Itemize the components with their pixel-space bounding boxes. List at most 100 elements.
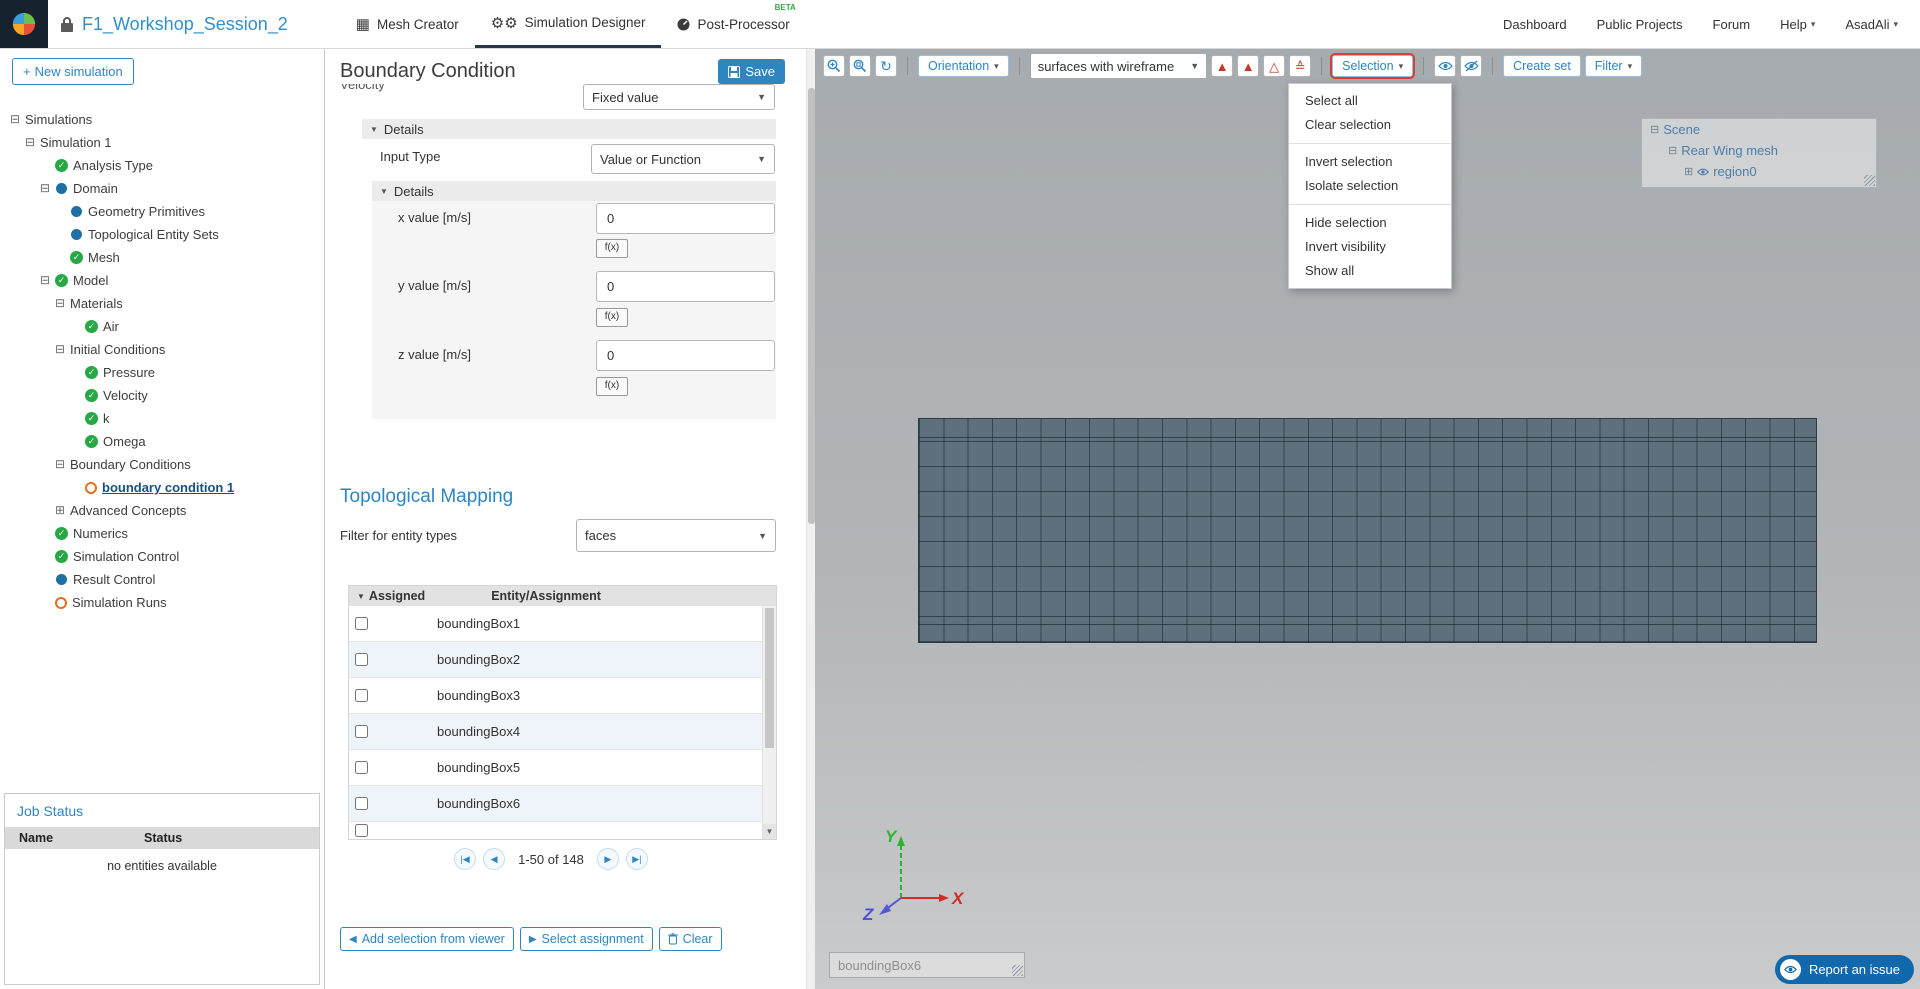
expand-icon[interactable]: ⊞ — [55, 499, 70, 522]
collapse-icon[interactable]: ⊟ — [10, 108, 25, 131]
entity-type-filter-select[interactable]: faces ▼ — [576, 519, 776, 552]
collapse-icon[interactable]: ⊟ — [55, 338, 70, 361]
first-page-button[interactable]: |◀ — [454, 848, 477, 870]
tab-post-processor[interactable]: Post-Processor BETA — [661, 0, 805, 48]
table-row[interactable]: boundingBox1 — [349, 606, 776, 642]
tree-item-result-control[interactable]: Result Control — [0, 568, 324, 591]
zoom-box-button[interactable] — [849, 55, 871, 77]
hide-selection-button[interactable] — [1460, 55, 1483, 77]
nav-forum[interactable]: Forum — [1713, 17, 1751, 32]
collapse-icon[interactable]: ⊟ — [1650, 123, 1659, 136]
next-page-button[interactable]: ▶ — [596, 848, 619, 870]
tab-simulation-designer[interactable]: ⚙⚙ Simulation Designer — [474, 0, 662, 48]
scene-tree-mesh[interactable]: ⊟ Rear Wing mesh — [1642, 140, 1876, 161]
x-fx-button[interactable]: f(x) — [596, 239, 628, 258]
mesh-quality-outline-button[interactable]: △ — [1263, 55, 1286, 77]
orientation-dropdown[interactable]: Orientation ▾ — [918, 55, 1009, 77]
tree-item-topological-entity-sets[interactable]: Topological Entity Sets — [0, 223, 324, 246]
select-assignment-button[interactable]: ▶ Select assignment — [519, 927, 653, 951]
tree-item-k[interactable]: ✓ k — [0, 407, 324, 430]
table-row[interactable]: boundingBox3 — [349, 678, 776, 714]
velocity-type-select[interactable]: Fixed value ▼ — [583, 84, 775, 110]
sort-desc-icon[interactable]: ▼ — [357, 592, 365, 601]
row-checkbox[interactable] — [355, 725, 368, 738]
z-fx-button[interactable]: f(x) — [596, 377, 628, 396]
table-row[interactable]: boundingBox2 — [349, 642, 776, 678]
y-value-input[interactable] — [596, 271, 775, 302]
nav-dashboard[interactable]: Dashboard — [1503, 17, 1567, 32]
tree-item-analysis-type[interactable]: ✓ Analysis Type — [0, 154, 324, 177]
render-mode-select[interactable]: surfaces with wireframe ▼ — [1029, 53, 1208, 79]
new-simulation-button[interactable]: + New simulation — [12, 58, 134, 85]
inner-details-section-header[interactable]: ▼ Details — [372, 181, 776, 201]
clear-button[interactable]: Clear — [658, 927, 722, 951]
tree-item-simulation-runs[interactable]: Simulation Runs — [0, 591, 324, 614]
tree-item-numerics[interactable]: ✓ Numerics — [0, 522, 324, 545]
y-fx-button[interactable]: f(x) — [596, 308, 628, 327]
collapse-icon[interactable]: ⊟ — [40, 177, 55, 200]
resize-grip[interactable] — [1012, 965, 1023, 976]
table-row[interactable]: boundingBox5 — [349, 750, 776, 786]
tree-item-mesh[interactable]: ✓ Mesh — [0, 246, 324, 269]
menu-item-show-all[interactable]: Show all — [1289, 259, 1451, 283]
tree-item-initial-conditions[interactable]: ⊟ Initial Conditions — [0, 338, 324, 361]
tree-item-geometry-primitives[interactable]: Geometry Primitives — [0, 200, 324, 223]
save-button[interactable]: Save — [718, 59, 785, 84]
mesh-quality-histogram-button[interactable]: ≙ — [1289, 55, 1312, 77]
table-row[interactable]: boundingBox6 — [349, 786, 776, 822]
row-checkbox[interactable] — [355, 761, 368, 774]
panel-scrollbar[interactable] — [806, 48, 815, 989]
x-value-input[interactable] — [596, 203, 775, 234]
tree-item-omega[interactable]: ✓ Omega — [0, 430, 324, 453]
collapse-icon[interactable]: ⊟ — [40, 269, 55, 292]
report-issue-button[interactable]: Report an issue — [1774, 955, 1914, 984]
scene-tree-region[interactable]: ⊞ region0 — [1642, 161, 1876, 182]
tree-item-simulation-1[interactable]: ⊟ Simulation 1 — [0, 131, 324, 154]
menu-item-isolate-selection[interactable]: Isolate selection — [1289, 174, 1451, 198]
row-checkbox[interactable] — [355, 797, 368, 810]
entity-column-header[interactable]: Entity/Assignment — [491, 589, 601, 603]
table-scrollbar[interactable]: ▼ — [762, 606, 776, 839]
expand-icon[interactable]: ⊞ — [1684, 165, 1693, 178]
nav-help-menu[interactable]: Help ▾ — [1780, 17, 1815, 32]
tree-item-simulations[interactable]: ⊟ Simulations — [0, 108, 324, 131]
tab-mesh-creator[interactable]: ▦ Mesh Creator — [340, 0, 475, 48]
tree-item-simulation-control[interactable]: ✓ Simulation Control — [0, 545, 324, 568]
menu-item-select-all[interactable]: Select all — [1289, 89, 1451, 113]
tree-item-boundary-condition-1[interactable]: boundary condition 1 — [0, 476, 324, 499]
tree-item-model[interactable]: ⊟ ✓ Model — [0, 269, 324, 292]
table-row[interactable]: boundingBox4 — [349, 714, 776, 750]
filter-dropdown[interactable]: Filter ▾ — [1584, 55, 1643, 77]
panel-scrollbar-thumb[interactable] — [808, 88, 815, 524]
assigned-column-header[interactable]: Assigned — [369, 589, 425, 603]
row-checkbox[interactable] — [355, 653, 368, 666]
simscale-logo[interactable] — [0, 0, 48, 48]
tree-item-domain[interactable]: ⊟ Domain — [0, 177, 324, 200]
table-row-partial[interactable] — [349, 822, 776, 839]
last-page-button[interactable]: ▶| — [625, 848, 648, 870]
collapse-icon[interactable]: ⊟ — [55, 292, 70, 315]
input-type-select[interactable]: Value or Function ▼ — [591, 144, 775, 174]
table-scrollbar-thumb[interactable] — [765, 608, 774, 748]
menu-item-invert-visibility[interactable]: Invert visibility — [1289, 235, 1451, 259]
scroll-down-arrow[interactable]: ▼ — [763, 824, 776, 839]
add-selection-from-viewer-button[interactable]: ◀ Add selection from viewer — [340, 927, 514, 951]
create-set-button[interactable]: Create set — [1503, 55, 1581, 77]
menu-item-invert-selection[interactable]: Invert selection — [1289, 150, 1451, 174]
tree-item-advanced-concepts[interactable]: ⊞ Advanced Concepts — [0, 499, 324, 522]
scene-tree-root[interactable]: ⊟ Scene — [1642, 119, 1876, 140]
mesh-quality-shaded-button[interactable]: ▲ — [1237, 55, 1260, 77]
reset-view-button[interactable]: ↻ — [875, 55, 897, 77]
row-checkbox[interactable] — [355, 617, 368, 630]
zoom-in-button[interactable] — [823, 55, 845, 77]
tree-item-pressure[interactable]: ✓ Pressure — [0, 361, 324, 384]
nav-user-menu[interactable]: AsadAli ▾ — [1845, 17, 1898, 32]
menu-item-hide-selection[interactable]: Hide selection — [1289, 211, 1451, 235]
details-section-header[interactable]: ▼ Details — [362, 119, 776, 139]
collapse-icon[interactable]: ⊟ — [1668, 144, 1677, 157]
show-selection-button[interactable] — [1434, 55, 1457, 77]
tree-item-boundary-conditions[interactable]: ⊟ Boundary Conditions — [0, 453, 324, 476]
selection-dropdown[interactable]: Selection ▾ — [1330, 53, 1416, 79]
collapse-icon[interactable]: ⊟ — [25, 131, 40, 154]
prev-page-button[interactable]: ◀ — [483, 848, 506, 870]
